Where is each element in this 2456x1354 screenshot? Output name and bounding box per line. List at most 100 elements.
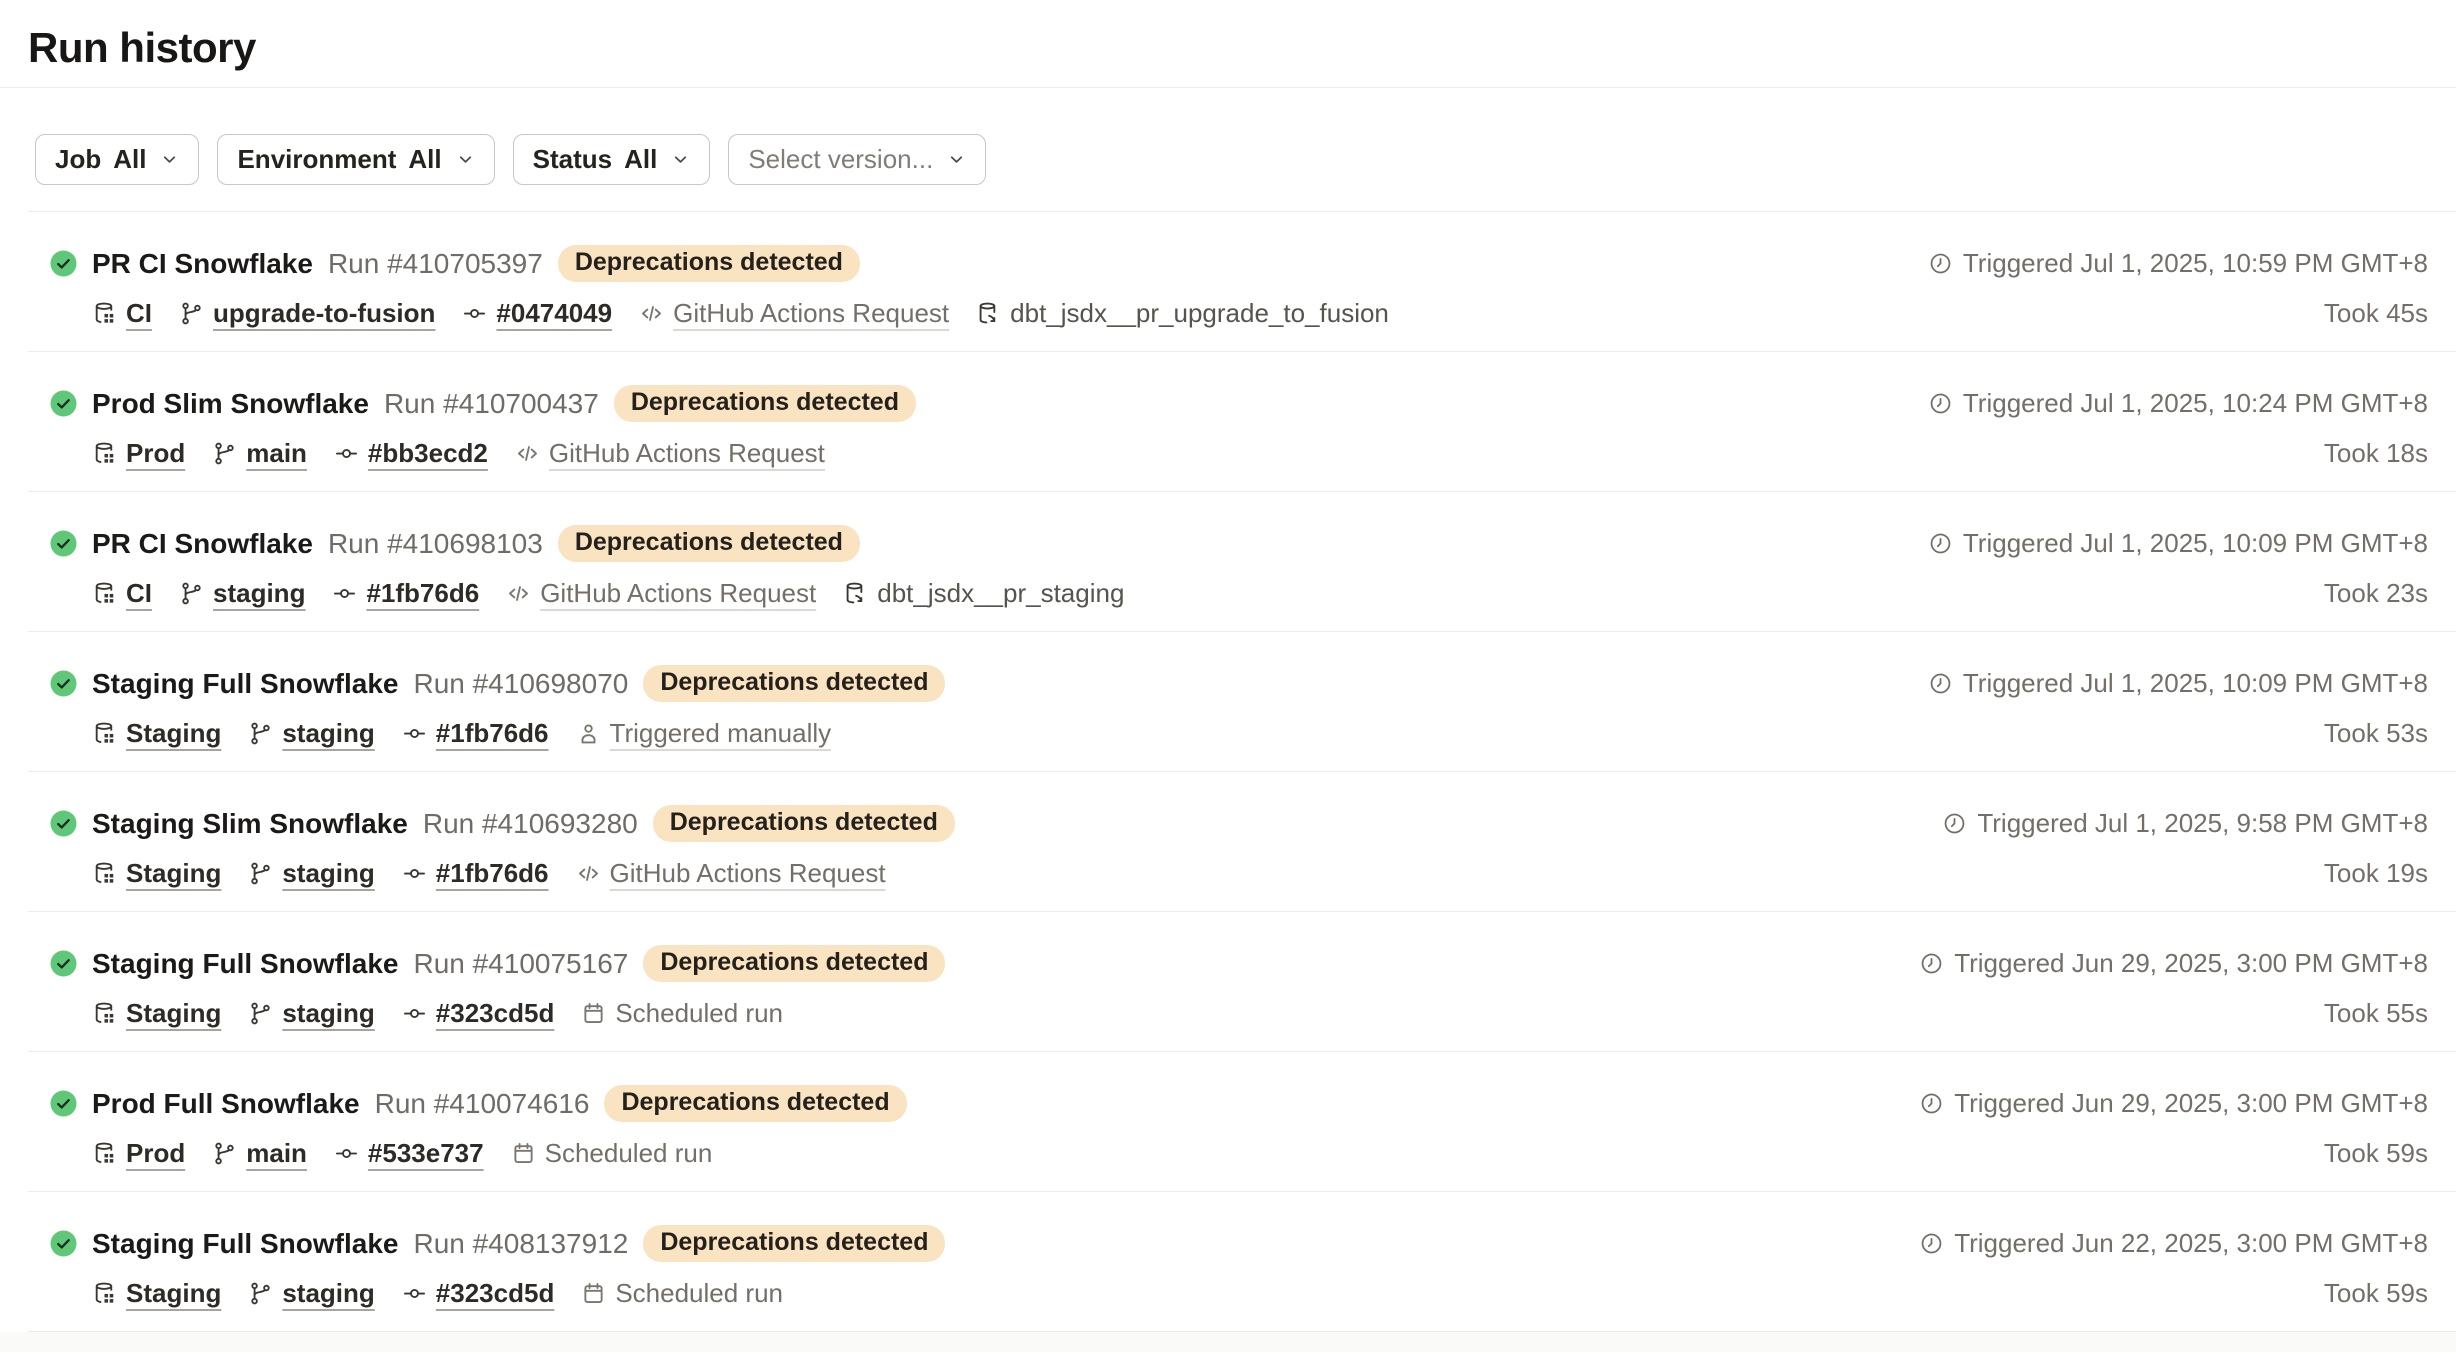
environment-link[interactable]: CI xyxy=(126,578,152,609)
clock-icon xyxy=(1928,671,1953,696)
filter-dropdown[interactable]: Select version... xyxy=(728,134,986,185)
run-row[interactable]: Staging Full Snowflake Run #410075167 De… xyxy=(0,912,2456,1052)
environment-link[interactable]: CI xyxy=(126,298,152,329)
environment-database-icon xyxy=(92,301,117,326)
run-meta-line: Staging staging xyxy=(92,1275,945,1311)
environment-item: Prod xyxy=(92,438,185,469)
run-duration: Took 59s xyxy=(2324,1275,2428,1311)
run-row[interactable]: Staging Full Snowflake Run #408137912 De… xyxy=(0,1192,2456,1332)
run-row[interactable]: Prod Slim Snowflake Run #410700437 Depre… xyxy=(0,352,2456,492)
environment-item: Staging xyxy=(92,998,221,1029)
schema-database-icon xyxy=(843,581,868,606)
environment-link[interactable]: Staging xyxy=(126,998,221,1029)
run-duration: Took 53s xyxy=(2324,715,2428,751)
triggered-line: Triggered Jul 1, 2025, 10:09 PM GMT+8 xyxy=(1928,525,2428,562)
environment-item: Staging xyxy=(92,718,221,749)
environment-link[interactable]: Prod xyxy=(126,438,185,469)
deprecations-badge: Deprecations detected xyxy=(643,945,945,982)
git-branch-icon xyxy=(248,1281,273,1306)
chevron-down-icon xyxy=(456,150,475,169)
run-duration: Took 18s xyxy=(2324,435,2428,471)
trigger-label[interactable]: GitHub Actions Request xyxy=(673,298,949,329)
branch-link[interactable]: staging xyxy=(282,858,374,889)
run-row[interactable]: Staging Full Snowflake Run #410698070 De… xyxy=(0,632,2456,772)
run-main: Staging Full Snowflake Run #408137912 De… xyxy=(92,1225,945,1311)
trigger-item: Scheduled run xyxy=(581,998,783,1029)
run-history-page: Run history Job All Environment All Stat… xyxy=(0,0,2456,1354)
branch-link[interactable]: upgrade-to-fusion xyxy=(213,298,435,329)
commit-link[interactable]: #bb3ecd2 xyxy=(368,438,488,469)
run-row[interactable]: Staging Slim Snowflake Run #410693280 De… xyxy=(0,772,2456,912)
commit-icon xyxy=(334,1141,359,1166)
branch-link[interactable]: staging xyxy=(282,998,374,1029)
filter-dropdown[interactable]: Environment All xyxy=(217,134,494,185)
run-job-name: Staging Slim Snowflake xyxy=(92,808,408,840)
environment-item: Prod xyxy=(92,1138,185,1169)
filter-dropdown[interactable]: Status All xyxy=(513,134,711,185)
commit-link[interactable]: #323cd5d xyxy=(436,998,555,1029)
deprecations-badge: Deprecations detected xyxy=(614,385,916,422)
code-icon xyxy=(639,301,664,326)
commit-link[interactable]: #0474049 xyxy=(496,298,612,329)
branch-link[interactable]: main xyxy=(246,438,307,469)
run-title-line: Staging Full Snowflake Run #410075167 De… xyxy=(92,945,945,982)
run-row[interactable]: Prod Full Snowflake Run #410074616 Depre… xyxy=(0,1052,2456,1192)
run-meta-line: CI staging xyxy=(92,575,1124,611)
run-success-icon xyxy=(50,810,77,837)
commit-link[interactable]: #533e737 xyxy=(368,1138,484,1169)
trigger-item: GitHub Actions Request xyxy=(639,298,949,329)
run-right: Triggered Jul 1, 2025, 9:58 PM GMT+8 Too… xyxy=(1942,805,2428,891)
run-main: Staging Slim Snowflake Run #410693280 De… xyxy=(92,805,955,891)
page-header: Run history xyxy=(0,0,2456,88)
triggered-time: Triggered Jul 1, 2025, 10:09 PM GMT+8 xyxy=(1963,668,2428,699)
triggered-time: Triggered Jul 1, 2025, 10:59 PM GMT+8 xyxy=(1963,248,2428,279)
environment-link[interactable]: Prod xyxy=(126,1138,185,1169)
commit-icon xyxy=(332,581,357,606)
branch-link[interactable]: staging xyxy=(213,578,305,609)
calendar-icon xyxy=(581,1281,606,1306)
user-icon xyxy=(576,721,601,746)
branch-link[interactable]: staging xyxy=(282,718,374,749)
schema-name: dbt_jsdx__pr_upgrade_to_fusion xyxy=(1010,298,1389,329)
commit-link[interactable]: #1fb76d6 xyxy=(436,858,549,889)
run-main: Staging Full Snowflake Run #410698070 De… xyxy=(92,665,945,751)
commit-item: #533e737 xyxy=(334,1138,484,1169)
run-title-line: Prod Slim Snowflake Run #410700437 Depre… xyxy=(92,385,916,422)
environment-database-icon xyxy=(92,1001,117,1026)
branch-link[interactable]: main xyxy=(246,1138,307,1169)
run-row[interactable]: PR CI Snowflake Run #410705397 Deprecati… xyxy=(0,212,2456,352)
commit-link[interactable]: #1fb76d6 xyxy=(436,718,549,749)
commit-icon xyxy=(402,1281,427,1306)
triggered-time: Triggered Jun 22, 2025, 3:00 PM GMT+8 xyxy=(1954,1228,2428,1259)
run-right: Triggered Jul 1, 2025, 10:09 PM GMT+8 To… xyxy=(1928,525,2428,611)
environment-link[interactable]: Staging xyxy=(126,1278,221,1309)
trigger-label[interactable]: GitHub Actions Request xyxy=(549,438,825,469)
branch-link[interactable]: staging xyxy=(282,1278,374,1309)
run-duration: Took 23s xyxy=(2324,575,2428,611)
run-title-line: PR CI Snowflake Run #410698103 Deprecati… xyxy=(92,525,1124,562)
trigger-label[interactable]: GitHub Actions Request xyxy=(610,858,886,889)
run-success-icon xyxy=(50,390,77,417)
run-title-line: PR CI Snowflake Run #410705397 Deprecati… xyxy=(92,245,1389,282)
environment-link[interactable]: Staging xyxy=(126,718,221,749)
trigger-item: GitHub Actions Request xyxy=(515,438,825,469)
trigger-label[interactable]: GitHub Actions Request xyxy=(540,578,816,609)
filter-dropdown[interactable]: Job All xyxy=(35,134,199,185)
run-success-icon xyxy=(50,250,77,277)
commit-link[interactable]: #323cd5d xyxy=(436,1278,555,1309)
run-job-name: Staging Full Snowflake xyxy=(92,1228,398,1260)
triggered-time: Triggered Jul 1, 2025, 9:58 PM GMT+8 xyxy=(1977,808,2428,839)
commit-icon xyxy=(462,301,487,326)
run-row[interactable]: PR CI Snowflake Run #410698103 Deprecati… xyxy=(0,492,2456,632)
run-meta-line: Staging staging xyxy=(92,855,955,891)
triggered-line: Triggered Jul 1, 2025, 10:24 PM GMT+8 xyxy=(1928,385,2428,422)
commit-icon xyxy=(402,721,427,746)
code-icon xyxy=(576,861,601,886)
trigger-label: Scheduled run xyxy=(615,998,783,1029)
triggered-line: Triggered Jul 1, 2025, 9:58 PM GMT+8 xyxy=(1942,805,2428,842)
run-title-line: Staging Full Snowflake Run #410698070 De… xyxy=(92,665,945,702)
trigger-item: Scheduled run xyxy=(511,1138,713,1169)
environment-link[interactable]: Staging xyxy=(126,858,221,889)
trigger-label[interactable]: Triggered manually xyxy=(610,718,832,749)
commit-link[interactable]: #1fb76d6 xyxy=(366,578,479,609)
